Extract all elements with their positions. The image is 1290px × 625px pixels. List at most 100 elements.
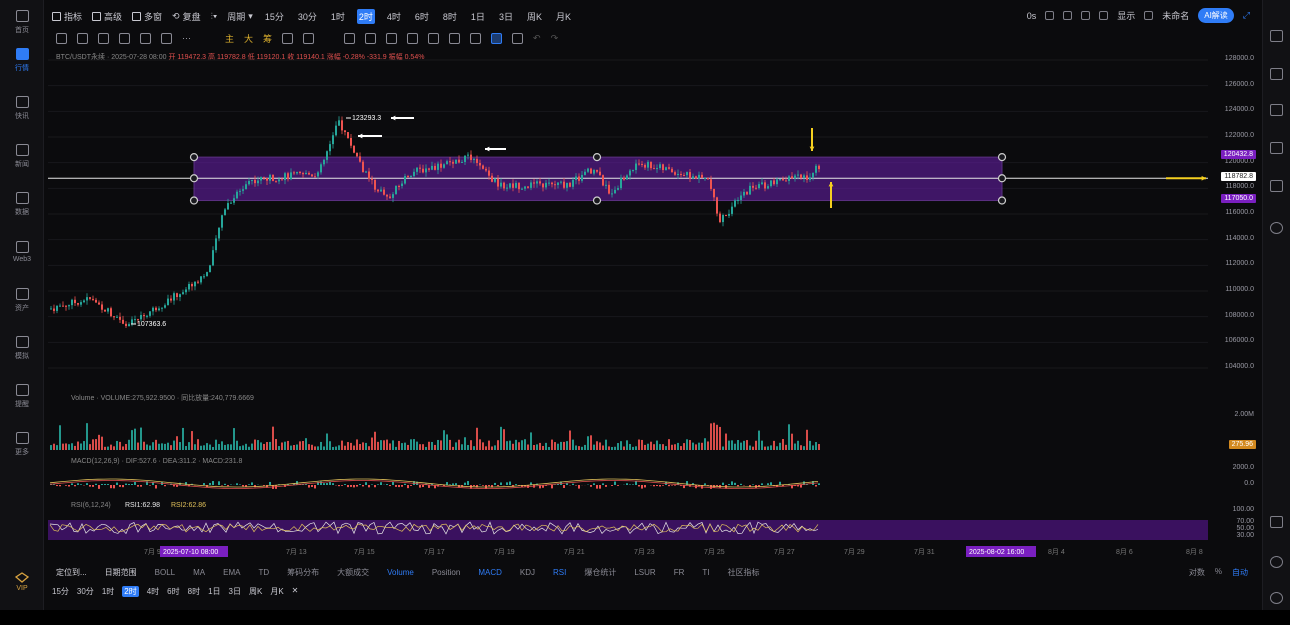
order-book-icon[interactable]	[1270, 30, 1283, 42]
layout-icon[interactable]	[1270, 180, 1283, 192]
brush-tool-icon[interactable]	[140, 32, 151, 44]
interval-month[interactable]: 月K	[554, 9, 573, 24]
settings-icon[interactable]	[1063, 11, 1073, 20]
interval-4h[interactable]: 4时	[385, 9, 403, 24]
tab-fr[interactable]: FR	[674, 568, 685, 577]
copy-icon[interactable]	[303, 32, 315, 44]
tab-community[interactable]: 社区指标	[727, 567, 759, 578]
eye-icon[interactable]	[365, 32, 377, 44]
big-trade-toggle[interactable]: 大	[244, 32, 253, 45]
close-icon[interactable]: ✕	[292, 586, 299, 597]
trash-icon[interactable]	[512, 32, 524, 44]
quick-interval-15m[interactable]: 15分	[52, 586, 69, 597]
locate-button[interactable]: 定位到...	[56, 567, 87, 578]
crop-icon[interactable]	[344, 32, 356, 44]
quick-interval-8h[interactable]: 8时	[188, 586, 200, 597]
multi-window-button[interactable]: 多窗	[132, 10, 162, 23]
assistant-icon[interactable]	[1270, 592, 1283, 604]
tab-ema[interactable]: EMA	[223, 568, 240, 577]
nav-vip[interactable]: VIP	[0, 572, 44, 592]
depth-icon[interactable]	[1270, 104, 1283, 116]
refresh-icon[interactable]	[1270, 222, 1283, 234]
price-chart[interactable]: Volume · VOLUME:275,922.9500 · 同比放量:240,…	[48, 48, 1208, 558]
line-tool-icon[interactable]	[77, 32, 88, 44]
style-icon[interactable]	[386, 32, 398, 44]
quick-interval-1h[interactable]: 1时	[102, 586, 114, 597]
tab-big-trade[interactable]: 大额成交	[337, 567, 369, 578]
indicators-button[interactable]: 指标	[52, 10, 82, 23]
tab-volume[interactable]: Volume	[387, 568, 414, 577]
quick-interval-3d[interactable]: 3日	[229, 586, 241, 597]
tab-boll[interactable]: BOLL	[155, 568, 175, 577]
redo-icon[interactable]: ↷	[551, 33, 559, 44]
tab-kdj[interactable]: KDJ	[520, 568, 535, 577]
quick-interval-6h[interactable]: 6时	[167, 586, 179, 597]
period-dropdown[interactable]: 周期 ▾	[227, 10, 253, 23]
quick-interval-month[interactable]: 月K	[270, 586, 283, 597]
hline-tool-icon[interactable]	[98, 32, 109, 44]
fullscreen-icon[interactable]	[1081, 11, 1091, 20]
chip-toggle[interactable]: 筹	[263, 32, 272, 45]
quick-interval-1d[interactable]: 1日	[208, 586, 220, 597]
more-tools-icon[interactable]: ⋯	[182, 33, 191, 44]
nav-news[interactable]: 新闻	[0, 136, 44, 176]
tab-macd[interactable]: MACD	[478, 568, 502, 577]
magnet-icon[interactable]	[282, 32, 294, 44]
chart-type-button[interactable]: ⫶▾	[211, 11, 218, 22]
log-scale-toggle[interactable]: 对数	[1189, 567, 1205, 578]
note-icon[interactable]	[449, 32, 461, 44]
nav-assets[interactable]: 资产	[0, 280, 44, 320]
nav-more[interactable]: 更多	[0, 424, 44, 464]
chart-style-icon[interactable]	[407, 32, 419, 44]
chat-icon[interactable]	[1270, 142, 1283, 154]
quick-interval-30m[interactable]: 30分	[77, 586, 94, 597]
tab-chip[interactable]: 筹码分布	[287, 567, 319, 578]
layout-name-dropdown[interactable]: 未命名	[1162, 9, 1189, 22]
nav-alert[interactable]: 提醒	[0, 376, 44, 416]
help-icon[interactable]	[1270, 556, 1283, 568]
display-button[interactable]: 显示	[1117, 9, 1135, 22]
lock-icon[interactable]	[428, 32, 440, 44]
interval-3d[interactable]: 3日	[497, 9, 515, 24]
interval-15m[interactable]: 15分	[263, 9, 286, 24]
panel-icon[interactable]	[1270, 516, 1283, 528]
interval-1d[interactable]: 1日	[469, 9, 487, 24]
quick-interval-4h[interactable]: 4时	[147, 586, 159, 597]
fill-icon[interactable]	[470, 32, 482, 44]
trades-icon[interactable]	[1270, 68, 1283, 80]
tab-lsur[interactable]: LSUR	[634, 568, 655, 577]
fib-tool-icon[interactable]	[119, 32, 130, 44]
interval-2h[interactable]: 2时	[356, 8, 375, 24]
nav-web3[interactable]: Web3	[0, 232, 44, 272]
tab-ma[interactable]: MA	[193, 568, 205, 577]
interval-week[interactable]: 周K	[525, 9, 544, 24]
interval-6h[interactable]: 6时	[413, 9, 431, 24]
ai-button[interactable]: AI解读	[1198, 8, 1234, 23]
quick-interval-2h[interactable]: 2时	[122, 586, 139, 597]
replay-button[interactable]: ⟲ 复盘	[172, 10, 201, 23]
nav-market[interactable]: 行情	[0, 40, 44, 80]
main-indicator-toggle[interactable]: 主	[225, 32, 234, 45]
nav-simulate[interactable]: 模拟	[0, 328, 44, 368]
tab-rsi[interactable]: RSI	[553, 568, 566, 577]
interval-1h[interactable]: 1时	[329, 9, 347, 24]
nav-home[interactable]: 首页	[0, 2, 44, 42]
percent-scale-toggle[interactable]: %	[1215, 567, 1222, 578]
quick-interval-week[interactable]: 周K	[249, 586, 262, 597]
pen-tool-icon[interactable]	[56, 32, 67, 44]
share-icon[interactable]: ⤢	[1243, 10, 1250, 21]
camera-icon[interactable]	[1045, 11, 1055, 20]
advanced-button[interactable]: 高级	[92, 10, 122, 23]
price-axis[interactable]: 128000.0 126000.0 124000.0 122000.0 120000.0…	[1208, 48, 1258, 558]
nav-flash[interactable]: 快讯	[0, 88, 44, 128]
tab-ti[interactable]: TI	[702, 568, 709, 577]
tab-liquidation[interactable]: 爆仓统计	[584, 567, 616, 578]
tab-position[interactable]: Position	[432, 568, 460, 577]
date-range-button[interactable]: 日期范围	[105, 567, 137, 578]
undo-icon[interactable]: ↶	[533, 33, 541, 44]
auto-scale-toggle[interactable]: 自动	[1232, 567, 1248, 578]
tab-td[interactable]: TD	[258, 568, 269, 577]
save-icon[interactable]	[1099, 11, 1109, 20]
cursor-tool-icon[interactable]	[491, 32, 503, 44]
nav-data[interactable]: 数据	[0, 184, 44, 224]
